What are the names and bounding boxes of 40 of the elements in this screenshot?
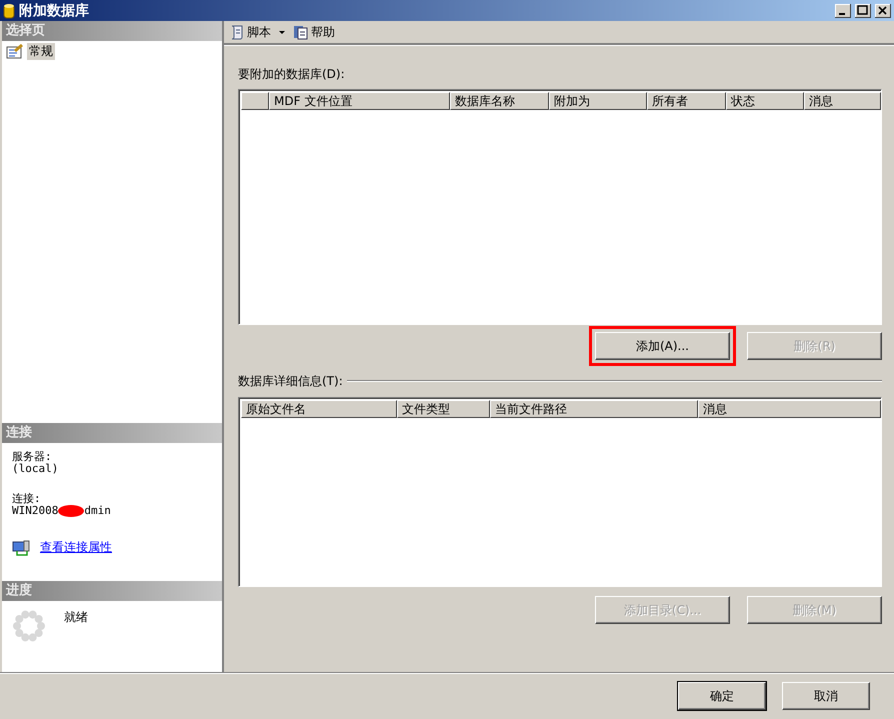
server-value: (local) <box>12 463 60 475</box>
section-header: 选择页 <box>2 21 222 41</box>
column-header[interactable]: 文件类型 <box>397 400 490 418</box>
close-icon[interactable] <box>875 4 891 18</box>
spinner-icon <box>12 609 46 643</box>
section-label: 要附加的数据库(D): <box>238 66 345 82</box>
column-header[interactable]: 当前文件路径 <box>490 400 698 418</box>
column-header[interactable]: MDF 文件位置 <box>269 92 450 110</box>
column-header[interactable]: 数据库名称 <box>450 92 549 110</box>
row-header-cell <box>241 92 269 110</box>
column-header[interactable]: 原始文件名 <box>241 400 397 418</box>
section-header: 进度 <box>2 581 222 601</box>
computer-network-icon <box>12 540 30 556</box>
add-button[interactable]: 添加(A)... <box>595 332 730 360</box>
window-title: 附加数据库 <box>19 2 90 20</box>
cancel-button[interactable]: 取消 <box>782 682 870 710</box>
scroll-icon <box>229 24 245 40</box>
server-label: 服务器: <box>12 451 53 463</box>
script-button[interactable]: 脚本 <box>227 24 273 40</box>
column-header[interactable]: 消息 <box>804 92 881 110</box>
section-label: 数据库详细信息(T): <box>238 372 343 390</box>
maximize-icon[interactable] <box>855 4 871 18</box>
column-header[interactable]: 附加为 <box>549 92 647 110</box>
document-icon <box>293 24 309 40</box>
ok-button[interactable]: 确定 <box>678 682 766 710</box>
connection-value: WIN2008 <box>12 505 58 517</box>
page-settings-icon <box>6 44 24 59</box>
minimize-icon[interactable] <box>835 4 851 18</box>
connection-label: 连接: <box>12 493 42 505</box>
column-header[interactable]: 所有者 <box>647 92 726 110</box>
status-text: 就绪 <box>64 609 88 626</box>
view-properties-link[interactable]: 查看连接属性 <box>40 539 112 556</box>
page-item[interactable]: 常规 <box>27 43 55 60</box>
connection-value: dmin <box>84 505 111 517</box>
help-button[interactable]: 帮助 <box>291 24 337 40</box>
column-header[interactable]: 消息 <box>698 400 881 418</box>
database-icon <box>3 2 15 18</box>
column-header[interactable]: 状态 <box>726 92 804 110</box>
section-header: 连接 <box>2 423 222 443</box>
redaction-mark <box>58 505 84 517</box>
